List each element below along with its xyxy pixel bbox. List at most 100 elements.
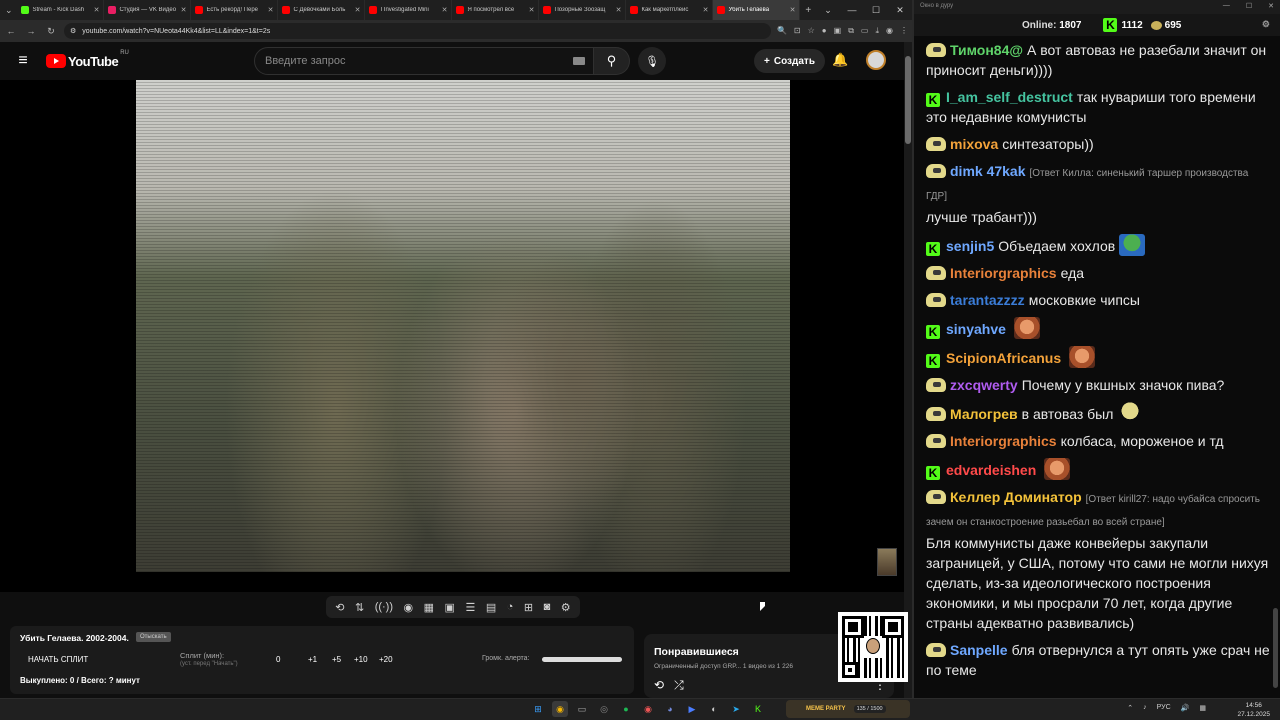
browser-tab[interactable]: I Investigated Mini ✕ — [365, 0, 453, 20]
playlist-title[interactable]: Понравившиеся — [654, 646, 739, 658]
chat-username[interactable]: senjin5 — [946, 238, 994, 254]
browser-tab[interactable]: Позорные Зоозащ ✕ — [539, 0, 627, 20]
maximize-button[interactable]: ☐ — [1246, 2, 1252, 10]
telegram-icon[interactable]: ➤ — [728, 701, 744, 717]
install-icon[interactable]: ⊡ — [794, 26, 801, 36]
browser-tab[interactable]: Stream - Kick Dash ✕ — [17, 0, 105, 20]
download-icon[interactable]: ⤓ — [875, 26, 879, 36]
pip-icon[interactable]: ▣ — [445, 601, 455, 614]
url-field[interactable]: ⚙ youtube.com/watch?v=NUeota44Kk4&list=L… — [64, 23, 771, 39]
volume-icon[interactable]: 🔊 — [1181, 704, 1190, 712]
menu-dots-icon[interactable]: ⋮ — [900, 26, 908, 36]
search-input[interactable]: Введите запрос — [254, 47, 594, 75]
minimize-button[interactable]: — — [840, 5, 864, 16]
app-icon-red[interactable]: ◉ — [640, 701, 656, 717]
chat-username[interactable]: edvardeishen — [946, 462, 1036, 478]
browser-tab[interactable]: Убить Гелаева ✕ — [713, 0, 801, 20]
video-player[interactable] — [0, 80, 904, 592]
forward-button[interactable]: → — [24, 26, 38, 36]
tab-close-icon[interactable]: ✕ — [94, 6, 100, 14]
repeat-icon[interactable]: ⟲ — [654, 678, 664, 693]
search-button[interactable]: ⚲ — [594, 47, 630, 75]
media-player-icon[interactable]: ▶ — [684, 701, 700, 717]
steam-icon[interactable]: ◎ — [596, 701, 612, 717]
camera-icon[interactable]: ◙ — [544, 601, 551, 613]
sidebar-icon[interactable]: ▭ — [861, 26, 869, 36]
chevron-down-icon[interactable]: ⌄ — [816, 5, 840, 16]
chat-username[interactable]: dimk 47kak — [950, 163, 1026, 179]
browser-tab[interactable]: Студия — VK Видео ✕ — [104, 0, 192, 20]
chat-username[interactable]: zxcqwerty — [950, 377, 1018, 393]
clock[interactable]: 14:56 27.12.2025 — [1237, 701, 1270, 719]
tab-close-icon[interactable]: ✕ — [181, 6, 187, 14]
extensions-puzzle-icon[interactable]: ⧉ — [848, 26, 854, 36]
loop-icon[interactable]: ⟲ — [335, 601, 344, 614]
tab-close-icon[interactable]: ✕ — [355, 6, 361, 14]
windows-start-icon[interactable]: ⊞ — [530, 701, 546, 717]
file-explorer-icon[interactable]: ▭ — [574, 701, 590, 717]
chat-username[interactable]: ScipionAfricanus — [946, 350, 1061, 366]
calendar-icon[interactable]: ▦ — [424, 601, 434, 614]
discord-icon[interactable]: ◕ — [662, 701, 678, 717]
speed-icon[interactable]: ◔ — [507, 601, 514, 613]
eye-icon[interactable]: ◉ — [404, 601, 414, 614]
close-button[interactable]: ✕ — [1268, 2, 1274, 10]
language-indicator[interactable]: РУС — [1157, 704, 1171, 712]
tab-close-icon[interactable]: ✕ — [616, 6, 622, 14]
notifications-bell-icon[interactable]: 🔔 — [832, 52, 848, 68]
reload-button[interactable]: ↻ — [44, 26, 58, 37]
create-button[interactable]: + Создать — [754, 49, 825, 73]
settings-gear-icon[interactable]: ⚙ — [561, 601, 571, 614]
bookmark-star-icon[interactable]: ☆ — [808, 26, 815, 36]
minimize-button[interactable]: — — [1223, 2, 1230, 10]
split-tag-button[interactable]: Отыскать — [136, 632, 171, 642]
split-plus-5-button[interactable]: +5 — [332, 655, 341, 664]
chat-username[interactable]: tarantazzzz — [950, 292, 1025, 308]
browser-tab[interactable]: Как маркетплейс ✕ — [626, 0, 714, 20]
chevron-up-icon[interactable]: ⌃ — [1127, 704, 1133, 712]
split-plus-1-button[interactable]: +1 — [308, 655, 317, 664]
microphone-icon[interactable]: ♪ — [1143, 704, 1147, 712]
browser-tab[interactable]: Я посмотрел все ✕ — [452, 0, 540, 20]
scrollbar-thumb[interactable] — [905, 56, 911, 144]
browser-tab[interactable]: Есть рекорд! Пере ✕ — [191, 0, 279, 20]
shuffle-icon[interactable]: ⤮ — [674, 678, 684, 693]
split-plus-10-button[interactable]: +10 — [354, 655, 368, 664]
chat-username[interactable]: Interiorgraphics — [950, 433, 1057, 449]
spotify-icon[interactable]: ● — [618, 701, 634, 717]
chat-username[interactable]: Тимон84@ — [950, 42, 1023, 58]
network-icon[interactable]: ▦ — [1199, 704, 1206, 712]
tab-close-icon[interactable]: ✕ — [790, 6, 796, 14]
chat-username[interactable]: sinyahve — [946, 321, 1006, 337]
browser-tab[interactable]: С Девочками Боль ✕ — [278, 0, 366, 20]
extension-icon-2[interactable]: ▣ — [834, 26, 842, 36]
channel-watermark[interactable] — [877, 548, 897, 576]
film-icon[interactable]: ▤ — [486, 601, 496, 614]
tab-close-icon[interactable]: ✕ — [442, 6, 448, 14]
video-frame[interactable] — [136, 80, 790, 572]
tab-close-icon[interactable]: ✕ — [268, 6, 274, 14]
maximize-button[interactable]: ☐ — [864, 5, 888, 16]
tab-search-icon[interactable]: ⌄ — [0, 0, 17, 20]
chat-username[interactable]: Interiorgraphics — [950, 265, 1057, 281]
back-button[interactable]: ← — [4, 26, 18, 36]
split-value-0[interactable]: 0 — [276, 655, 280, 664]
chat-username[interactable]: Sanpelle — [950, 642, 1008, 658]
filter-icon[interactable]: ☰ — [465, 601, 475, 614]
split-plus-20-button[interactable]: +20 — [379, 655, 393, 664]
new-tab-button[interactable]: + — [800, 5, 816, 16]
sort-icon[interactable]: ⇅ — [355, 601, 364, 614]
extension-icon[interactable]: ● — [822, 26, 827, 36]
avatar[interactable] — [866, 50, 886, 70]
close-button[interactable]: ✕ — [888, 5, 912, 16]
tab-close-icon[interactable]: ✕ — [703, 6, 709, 14]
chat-username[interactable]: mixova — [950, 136, 998, 152]
start-split-button[interactable]: НАЧАТЬ СПЛИТ — [28, 655, 88, 664]
profile-icon[interactable]: ◉ — [886, 26, 893, 36]
menu-hamburger-icon[interactable]: ≡ — [0, 52, 46, 70]
chrome-icon[interactable]: ◉ — [552, 701, 568, 717]
zoom-icon[interactable]: 🔍 — [777, 26, 787, 36]
obs-icon[interactable]: ◐ — [706, 701, 722, 717]
chat-username[interactable]: I_am_self_destruct — [946, 89, 1073, 105]
meme-party-widget[interactable]: MEME PARTY 135 / 1500 — [786, 700, 910, 718]
